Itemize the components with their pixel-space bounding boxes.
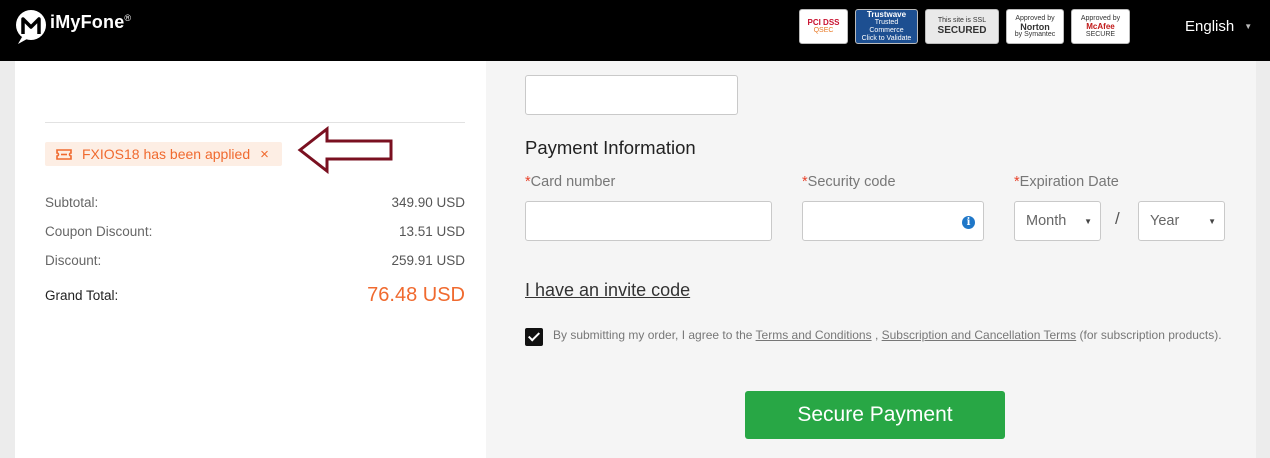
ssl-secured-badge[interactable]: This site is SSL SECURED [925,9,999,44]
remove-coupon-icon[interactable]: × [260,146,269,163]
date-separator: / [1115,209,1120,228]
discount-label: Discount: [45,253,102,268]
top-header: iMyFone® PCI DSS QSEC Trustwave Trusted … [0,0,1270,61]
language-label: English [1185,18,1235,35]
coupon-discount-label: Coupon Discount: [45,224,153,239]
subtotal-label: Subtotal: [45,195,99,210]
expiration-year-select[interactable]: Year ▼ [1138,201,1225,241]
chevron-down-icon: ▼ [1084,217,1092,226]
security-code-input[interactable]: i [802,201,984,241]
expiration-month-select[interactable]: Month ▼ [1014,201,1101,241]
language-selector[interactable]: English ▼ [1185,18,1252,35]
mcafee-badge[interactable]: Approved by McAfee SECURE [1071,9,1130,44]
month-placeholder: Month [1026,213,1067,229]
security-code-label: *Security code [802,174,896,190]
coupon-discount-row: Coupon Discount: 13.51 USD [45,224,465,239]
summary-divider [45,122,465,123]
chevron-down-icon: ▼ [1208,217,1216,226]
coupon-applied-tag: FXIOS18 has been applied × [45,142,282,166]
annotation-arrow-icon [297,126,393,174]
brand-name: iMyFone® [50,11,132,32]
card-number-label: *Card number [525,174,616,190]
invite-code-link[interactable]: I have an invite code [525,280,690,301]
norton-badge[interactable]: Approved by Norton by Symantec [1006,9,1064,44]
info-icon[interactable]: i [962,216,975,229]
terms-and-conditions-link[interactable]: Terms and Conditions [756,328,872,342]
card-number-input[interactable] [525,201,772,241]
pci-dss-badge[interactable]: PCI DSS QSEC [799,9,848,44]
previous-field-input[interactable] [525,75,738,115]
payment-information-title: Payment Information [525,137,696,158]
terms-agreement-text: By submitting my order, I agree to the T… [553,328,1222,342]
coupon-discount-value: 13.51 USD [398,224,465,239]
agree-terms-checkbox[interactable] [525,328,543,346]
discount-value: 259.91 USD [391,253,465,268]
order-summary-panel: FXIOS18 has been applied × Subtotal: 349… [15,61,486,458]
secure-payment-button[interactable]: Secure Payment [745,391,1005,439]
trustwave-badge[interactable]: Trustwave Trusted Commerce Click to Vali… [855,9,918,44]
coupon-applied-text: FXIOS18 has been applied [82,146,251,162]
subscription-terms-link[interactable]: Subscription and Cancellation Terms [882,328,1077,342]
imyfone-logo[interactable]: iMyFone® [14,8,131,46]
expiration-date-label: *Expiration Date [1014,174,1119,190]
imyfone-logo-icon [16,10,46,44]
coupon-ticket-icon [56,148,72,160]
trust-badges: PCI DSS QSEC Trustwave Trusted Commerce … [799,9,1130,44]
grand-total-value: 76.48 USD [367,284,465,306]
discount-row: Discount: 259.91 USD [45,253,465,268]
chevron-down-icon: ▼ [1244,22,1253,31]
grand-total-label: Grand Total: [45,288,119,303]
subtotal-value: 349.90 USD [391,195,465,210]
year-placeholder: Year [1150,213,1180,229]
grand-total-row: Grand Total: 76.48 USD [45,284,465,307]
subtotal-row: Subtotal: 349.90 USD [45,195,465,210]
